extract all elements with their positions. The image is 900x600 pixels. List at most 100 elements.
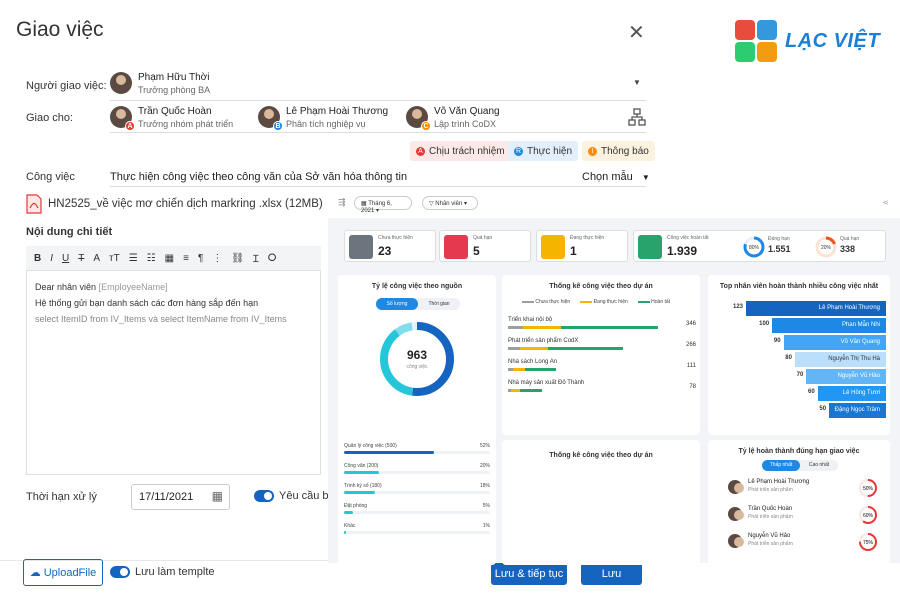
detail-editor[interactable]: Dear nhân viên [EmployeeName] Hệ thống g… [26,270,321,475]
source-item-label: Đặt phòng [344,503,368,509]
org-chart-icon[interactable] [628,108,646,126]
assigner-name: Phạm Hữu Thời [138,72,210,83]
month-filter[interactable]: ▦ Tháng 6, 2021 ▾ [354,196,412,214]
assignee-role: Trưởng nhóm phát triển [138,119,234,129]
top-staff-bar: Lê Phạm Hoài Thương [746,301,886,316]
brand-name: LẠC VIỆT [785,30,881,52]
top-staff-bar: Lê Hồng Tươi [817,386,886,401]
save-template-toggle[interactable]: Lưu làm templte [110,566,215,578]
save-button[interactable]: Lưu [581,563,642,585]
tab-time[interactable]: Thời gian [418,298,460,310]
toggle-switch[interactable] [110,566,130,578]
more-options-icon[interactable]: ⋮ [212,253,222,264]
share-icon[interactable]: ⋖ [882,198,889,207]
project-bar-doing [512,368,525,371]
assigner-label: Người giao việc: [26,80,107,92]
filter-icon[interactable]: ⇶ [338,197,346,208]
dialog-title: Giao việc [16,18,104,41]
project-name: Nhà máy sản xuất Đô Thành [508,380,585,386]
bullet-list-icon[interactable]: ☷ [147,253,156,264]
top-staff-item: 100 Phan Mẫn Nhi [712,317,886,334]
require-toggle[interactable]: Yêu cầu b [254,490,329,502]
role-dot-icon: A [416,146,425,156]
link-icon[interactable]: ⛓ [231,253,244,264]
upload-label: UploadFile [43,566,97,579]
rate-ring: 75% [859,533,877,551]
project-bar-done [519,389,542,392]
avatar [728,534,744,548]
underline-icon[interactable]: U [62,253,69,264]
rate-name: Nguyễn Vũ Hảo [748,533,791,539]
rate-item: Trần Quốc Hoàn Phát triển sản phẩm 60% [728,505,878,532]
table-icon[interactable]: ▦ [165,253,174,264]
stat-not-started: Chưa thực hiện 23 [344,230,436,262]
tab-lowest[interactable]: Thấp nhất [762,460,800,471]
role-dot-icon: I [588,146,597,156]
source-bar-track [344,511,490,514]
assignee-1[interactable]: A Trần Quốc Hoàn Trưởng nhóm phát triển [110,106,234,131]
late-label: Quá hạn [840,236,860,242]
project-item: Phát triển sản phẩm CodX 266 [508,338,696,359]
source-tabs: Số lượng Thời gian [376,298,460,310]
late-ring: 20% [815,236,837,258]
rate-pct: 60% [863,513,874,519]
pdf-file-icon [26,194,42,214]
upload-file-button[interactable]: ☁ UploadFile [23,559,103,586]
role-tag-responsible[interactable]: A Chịu trách nhiệm [410,141,511,161]
text-color-icon[interactable]: A [93,253,100,264]
clipboard-check-icon [638,235,662,259]
editor-line: select ItemID from IV_Items và select It… [35,314,287,324]
role-tag-notify[interactable]: I Thông báo [582,141,655,161]
assignee-2[interactable]: B Lê Phạm Hoài Thương Phân tích nghiệp vụ [258,106,388,131]
italic-icon[interactable]: I [50,253,53,264]
calendar-icon[interactable]: ▦ [212,489,223,503]
bold-icon[interactable]: B [34,253,41,264]
toggle-switch[interactable] [254,490,274,502]
font-size-icon[interactable]: ᴛT [109,253,120,264]
clipboard-icon [541,235,565,259]
chevron-down-icon[interactable]: ▼ [633,78,641,87]
paragraph-icon[interactable]: ¶ [198,253,203,264]
tab-highest[interactable]: Cao nhất [800,460,838,471]
stat-value: 5 [473,244,480,258]
task-input[interactable]: Thực hiện công việc theo công văn của Sở… [110,171,407,183]
top-staff-name: Nguyễn Vũ Hảo [837,373,880,379]
stat-in-progress: Đang thực hiện 1 [536,230,628,262]
role-tag-perform[interactable]: R Thực hiện [508,141,579,161]
assignee-3[interactable]: C Võ Văn Quang Lập trình CoDX [406,106,500,131]
cloud-upload-icon: ☁ [29,567,41,579]
source-item-label: Công văn (200) [344,463,379,469]
assigner[interactable]: Phạm Hữu Thời Trưởng phòng BA [110,72,210,96]
project-value: 78 [689,384,696,390]
attachment-link[interactable]: HN2525_về việc mơ chiến dịch markring .x… [48,198,323,210]
ontime-pct: 80% [749,245,760,251]
close-icon[interactable]: ✕ [628,20,645,45]
clear-format-icon[interactable]: Ɪ [253,251,259,265]
assignee-name: Trần Quốc Hoàn [138,106,212,117]
template-select[interactable]: Chọn mẫu ▼ [582,171,650,183]
numbered-list-icon[interactable]: ☰ [129,253,138,264]
tab-quantity[interactable]: Số lượng [376,298,418,310]
stat-label: Chưa thực hiện [378,235,413,241]
align-icon[interactable]: ≡ [183,253,189,264]
strikethrough-icon[interactable]: T [78,253,84,264]
project-bar-doing [523,326,561,329]
project-bar-todo [508,347,520,350]
save-continue-button[interactable]: Lưu & tiếp tục [491,563,567,585]
editor-toolbar: B I U T A ᴛT ☰ ☷ ▦ ≡ ¶ ⋮ ⛓ Ɪ ⵔ [26,246,321,270]
project-value: 111 [686,363,696,369]
require-label: Yêu cầu b [279,490,329,502]
rate-item: Lê Phạm Hoài Thương Phát triển sản phẩm 50… [728,478,878,505]
source-card: Tỷ lệ công việc theo nguồn Số lượng Thời… [338,275,496,565]
stat-label: Quá hạn [473,235,493,241]
source-bar [344,491,376,494]
remove-format-icon[interactable]: ⵔ [268,253,277,264]
top-staff-list: 123 Lê Phạm Hoài Thương 100 Phan Mẫn Nhi 90 V… [712,300,886,419]
role-label: Thực hiện [527,145,573,157]
staff-filter[interactable]: ▽ Nhân viên ▾ [422,196,478,210]
donut-unit: công việc [406,364,428,370]
stat-label: Công việc hoàn tất [667,235,709,241]
editor-line: Hệ thống gửi bạn danh sách các đơn hàng … [35,298,259,308]
deadline-input[interactable]: 17/11/2021 ▦ [131,484,230,510]
source-bar [344,471,379,474]
